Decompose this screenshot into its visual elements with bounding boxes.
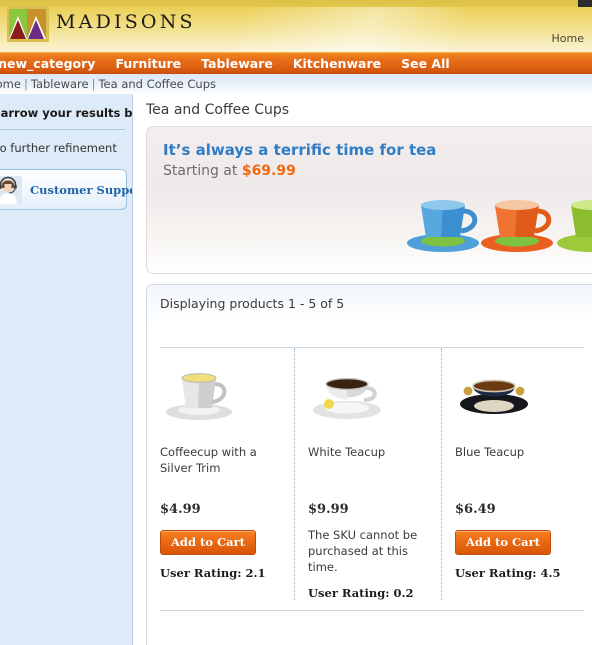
add-to-cart-button[interactable]: Add to Cart	[160, 530, 256, 555]
promo-subline: Starting at $69.99	[163, 163, 296, 179]
madisons-m-logo[interactable]	[7, 6, 49, 42]
displaying-products-count: Displaying products 1 - 5 of 5	[160, 296, 345, 311]
coffeecup-silver-trim-photo	[160, 362, 284, 422]
product-unavailable-note: The SKU cannot be purchased at this time…	[308, 528, 418, 574]
brand-name: MADISONS	[56, 11, 196, 33]
breadcrumb-separator: |	[23, 77, 28, 91]
breadcrumb: Home|Tableware|Tea and Coffee Cups	[0, 77, 216, 91]
nav-item-kitchenware[interactable]: Kitchenware	[283, 53, 391, 74]
product-name[interactable]: Blue Teacup	[455, 444, 578, 476]
nav-item-furniture[interactable]: Furniture	[105, 53, 191, 74]
colored-teacups-photo	[407, 200, 592, 252]
nav-item-tableware[interactable]: Tableware	[191, 53, 283, 74]
white-teacup-photo	[308, 362, 431, 422]
product-card-blue-teacup[interactable]: Blue Teacup $6.49 Add to Cart User Ratin…	[441, 348, 588, 600]
product-rating: User Rating: 2.1	[160, 566, 266, 580]
product-price: $9.99	[308, 502, 349, 517]
sidebar-title: Narrow your results by:	[0, 106, 133, 120]
product-price: $6.49	[455, 502, 496, 517]
product-row	[147, 611, 592, 645]
product-card-white-teacup[interactable]: White Teacup $9.99 The SKU cannot be pur…	[294, 348, 441, 600]
product-list-header: Displaying products 1 - 5 of 5	[147, 285, 592, 323]
promo-headline: It’s always a terrific time for tea	[163, 141, 437, 159]
blue-teacup-photo	[455, 362, 578, 422]
promo-subline-prefix: Starting at	[163, 163, 242, 179]
product-card-next[interactable]	[147, 611, 294, 645]
page-title: Tea and Coffee Cups	[146, 102, 290, 118]
primary-nav: test_new_category Furniture Tableware Ki…	[0, 52, 592, 74]
promo-price: $69.99	[241, 163, 296, 179]
product-rating: User Rating: 0.2	[308, 586, 414, 600]
product-name[interactable]: White Teacup	[308, 444, 431, 476]
main-content: Tea and Coffee Cups It’s always a terrif…	[134, 94, 592, 645]
product-card-coffeecup-silver-trim[interactable]: Coffeecup with a Silver Trim $4.99 Add t…	[147, 348, 294, 600]
promo-banner[interactable]: It’s always a terrific time for tea Star…	[146, 126, 592, 274]
nav-item-see-all[interactable]: See All	[391, 53, 460, 74]
home-link[interactable]: Home	[552, 32, 584, 45]
breadcrumb-item-current: Tea and Coffee Cups	[98, 77, 217, 91]
product-list-panel: Displaying products 1 - 5 of 5 Coffeecup…	[146, 284, 592, 645]
customer-support-button[interactable]: Customer Support	[0, 169, 132, 210]
product-price: $4.99	[160, 502, 201, 517]
sidebar-no-refinement: No further refinement	[0, 141, 117, 155]
header-corner-marker	[578, 0, 592, 7]
breadcrumb-item-tableware[interactable]: Tableware	[31, 77, 89, 91]
breadcrumb-bar: Home|Tableware|Tea and Coffee Cups	[0, 74, 592, 94]
nav-item-test-new-category[interactable]: test_new_category	[0, 53, 105, 74]
headset-agent-avatar	[0, 175, 22, 204]
site-header: MADISONS Home	[0, 0, 592, 52]
product-row: Coffeecup with a Silver Trim $4.99 Add t…	[147, 348, 592, 600]
breadcrumb-separator: |	[91, 77, 96, 91]
customer-support-label: Customer Support	[30, 182, 132, 197]
header-top-strip	[0, 0, 592, 7]
product-name[interactable]: Coffeecup with a Silver Trim	[160, 444, 284, 476]
sidebar-divider	[0, 129, 125, 130]
product-rating: User Rating: 4.5	[455, 566, 561, 580]
add-to-cart-button[interactable]: Add to Cart	[455, 530, 551, 555]
breadcrumb-item-home[interactable]: Home	[0, 77, 21, 91]
sidebar: Narrow your results by: No further refin…	[0, 94, 133, 645]
dark-coffee-cup-photo	[160, 625, 284, 645]
